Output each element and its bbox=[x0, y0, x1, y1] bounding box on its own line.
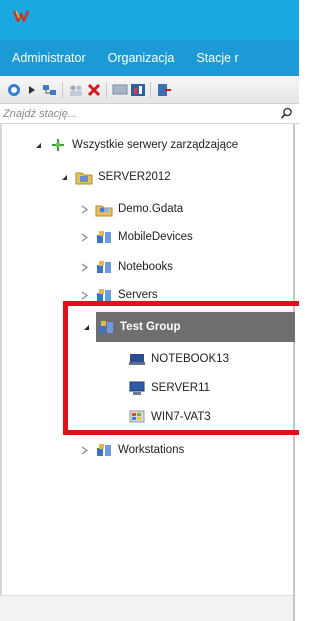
collapsed-arrow-icon[interactable] bbox=[80, 233, 89, 242]
expanded-arrow-icon[interactable] bbox=[60, 173, 69, 182]
collapsed-arrow-icon[interactable] bbox=[80, 446, 89, 455]
export-icon[interactable] bbox=[156, 82, 172, 98]
toolbar-separator bbox=[106, 82, 107, 98]
expanded-arrow-icon[interactable] bbox=[34, 141, 43, 150]
toolbar bbox=[0, 76, 299, 104]
network-add-icon[interactable] bbox=[42, 82, 58, 98]
collapsed-arrow-icon[interactable] bbox=[80, 205, 89, 214]
report-icon[interactable] bbox=[130, 82, 146, 98]
tree-node-label: Wszystkie serwery zarządzające bbox=[72, 139, 239, 151]
tree-node-workstations[interactable]: Workstations bbox=[80, 440, 184, 460]
monitor-icon[interactable] bbox=[112, 82, 128, 98]
tree-node-label: MobileDevices bbox=[118, 231, 193, 243]
search-bar bbox=[0, 104, 299, 124]
app-logo-icon bbox=[12, 10, 30, 23]
network-root-icon bbox=[52, 139, 64, 151]
menu-item-organizacja[interactable]: Organizacja bbox=[108, 40, 175, 76]
tree-node-label: Demo.Gdata bbox=[118, 203, 184, 215]
search-input[interactable] bbox=[3, 105, 273, 122]
tree-node-demo-gdata[interactable]: Demo.Gdata bbox=[80, 199, 183, 219]
delete-x-icon[interactable] bbox=[86, 82, 102, 98]
tree-node-label: SERVER2012 bbox=[98, 171, 171, 183]
collapsed-arrow-icon[interactable] bbox=[80, 263, 89, 272]
toolbar-separator bbox=[62, 82, 63, 98]
tree-node-label: Notebooks bbox=[118, 261, 173, 273]
server-folder-icon bbox=[75, 172, 93, 185]
tree-node-label: Workstations bbox=[118, 444, 185, 456]
play-icon[interactable] bbox=[24, 82, 40, 98]
toolbar-separator bbox=[150, 82, 151, 98]
menu-item-stacje[interactable]: Stacje r bbox=[196, 40, 238, 76]
group-icon bbox=[97, 261, 111, 273]
back-icon[interactable] bbox=[6, 82, 22, 98]
tree-node-mobiledevices[interactable]: MobileDevices bbox=[80, 227, 193, 247]
menu-item-administrator[interactable]: Administrator bbox=[12, 40, 86, 76]
search-icon[interactable] bbox=[280, 107, 293, 120]
group-icon bbox=[97, 231, 111, 243]
pane-bottom-band bbox=[0, 595, 293, 621]
pane-left-border bbox=[0, 124, 2, 621]
red-highlight-box bbox=[63, 301, 299, 435]
menu-bar: Administrator Organizacja Stacje r bbox=[0, 40, 299, 76]
tree-node-root[interactable]: Wszystkie serwery zarządzające bbox=[34, 135, 238, 155]
title-bar bbox=[0, 0, 299, 40]
group-folder-icon bbox=[95, 205, 113, 217]
tree-node-server[interactable]: SERVER2012 bbox=[60, 167, 171, 187]
collapsed-arrow-icon[interactable] bbox=[80, 291, 89, 300]
group-icon bbox=[97, 444, 111, 456]
tree-node-notebooks[interactable]: Notebooks bbox=[80, 257, 173, 277]
users-icon[interactable] bbox=[68, 82, 84, 98]
tree-node-label: Servers bbox=[118, 289, 158, 301]
